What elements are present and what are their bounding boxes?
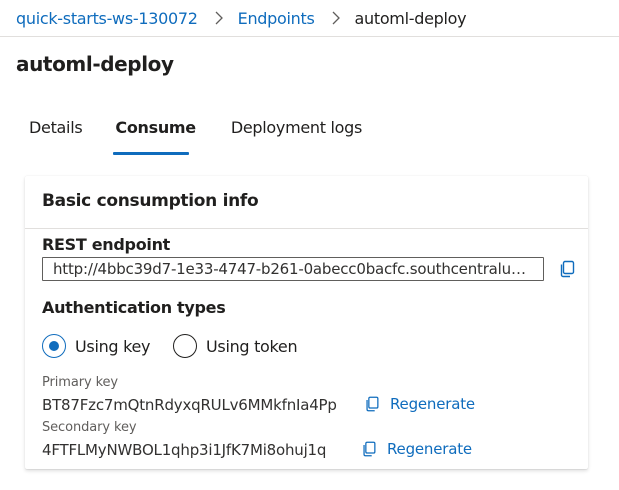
primary-key-value: BT87Fzc7mQtnRdyxqRULv6MMkfnIa4Pp bbox=[42, 396, 337, 414]
authentication-types-label: Authentication types bbox=[42, 298, 226, 317]
secondary-key-label: Secondary key bbox=[42, 420, 137, 435]
radio-using-key[interactable]: Using key bbox=[42, 334, 150, 358]
tab-bar: Details Consume Deployment logs bbox=[29, 118, 362, 137]
secondary-key-value: 4FTFLMyNWBOL1qhp3i1JfK7Mi8ohuj1q bbox=[42, 441, 327, 459]
breadcrumb-endpoints-link[interactable]: Endpoints bbox=[238, 9, 315, 28]
tab-consume[interactable]: Consume bbox=[115, 118, 196, 137]
copy-icon[interactable] bbox=[360, 440, 378, 458]
consumption-info-card: Basic consumption info REST endpoint htt… bbox=[25, 176, 588, 469]
regenerate-primary-label: Regenerate bbox=[390, 395, 475, 413]
radio-unchecked-icon bbox=[173, 334, 197, 358]
breadcrumb: quick-starts-ws-130072 Endpoints automl-… bbox=[16, 0, 467, 36]
copy-icon[interactable] bbox=[557, 259, 577, 279]
active-tab-indicator bbox=[113, 152, 189, 155]
breadcrumb-workspace-link[interactable]: quick-starts-ws-130072 bbox=[16, 9, 198, 28]
rest-endpoint-field[interactable]: http://4bbc39d7-1e33-4747-b261-0abecc0ba… bbox=[42, 257, 544, 281]
header-divider bbox=[0, 36, 619, 37]
regenerate-secondary-button[interactable]: Regenerate bbox=[360, 440, 472, 458]
tab-deployment-logs[interactable]: Deployment logs bbox=[231, 118, 362, 137]
chevron-right-icon bbox=[332, 11, 340, 25]
breadcrumb-current: automl-deploy bbox=[354, 8, 467, 28]
tab-details[interactable]: Details bbox=[29, 118, 83, 137]
rest-endpoint-label: REST endpoint bbox=[42, 235, 171, 254]
regenerate-secondary-label: Regenerate bbox=[387, 440, 472, 458]
chevron-right-icon bbox=[215, 11, 223, 25]
card-title: Basic consumption info bbox=[42, 191, 259, 211]
radio-using-key-label: Using key bbox=[75, 336, 151, 356]
radio-using-token-label: Using token bbox=[206, 336, 298, 356]
copy-icon[interactable] bbox=[363, 395, 381, 413]
radio-checked-icon bbox=[42, 334, 66, 358]
primary-key-label: Primary key bbox=[42, 375, 119, 390]
regenerate-primary-button[interactable]: Regenerate bbox=[363, 395, 475, 413]
radio-using-token[interactable]: Using token bbox=[173, 334, 298, 358]
page-title: automl-deploy bbox=[16, 52, 174, 76]
card-divider bbox=[25, 228, 588, 229]
